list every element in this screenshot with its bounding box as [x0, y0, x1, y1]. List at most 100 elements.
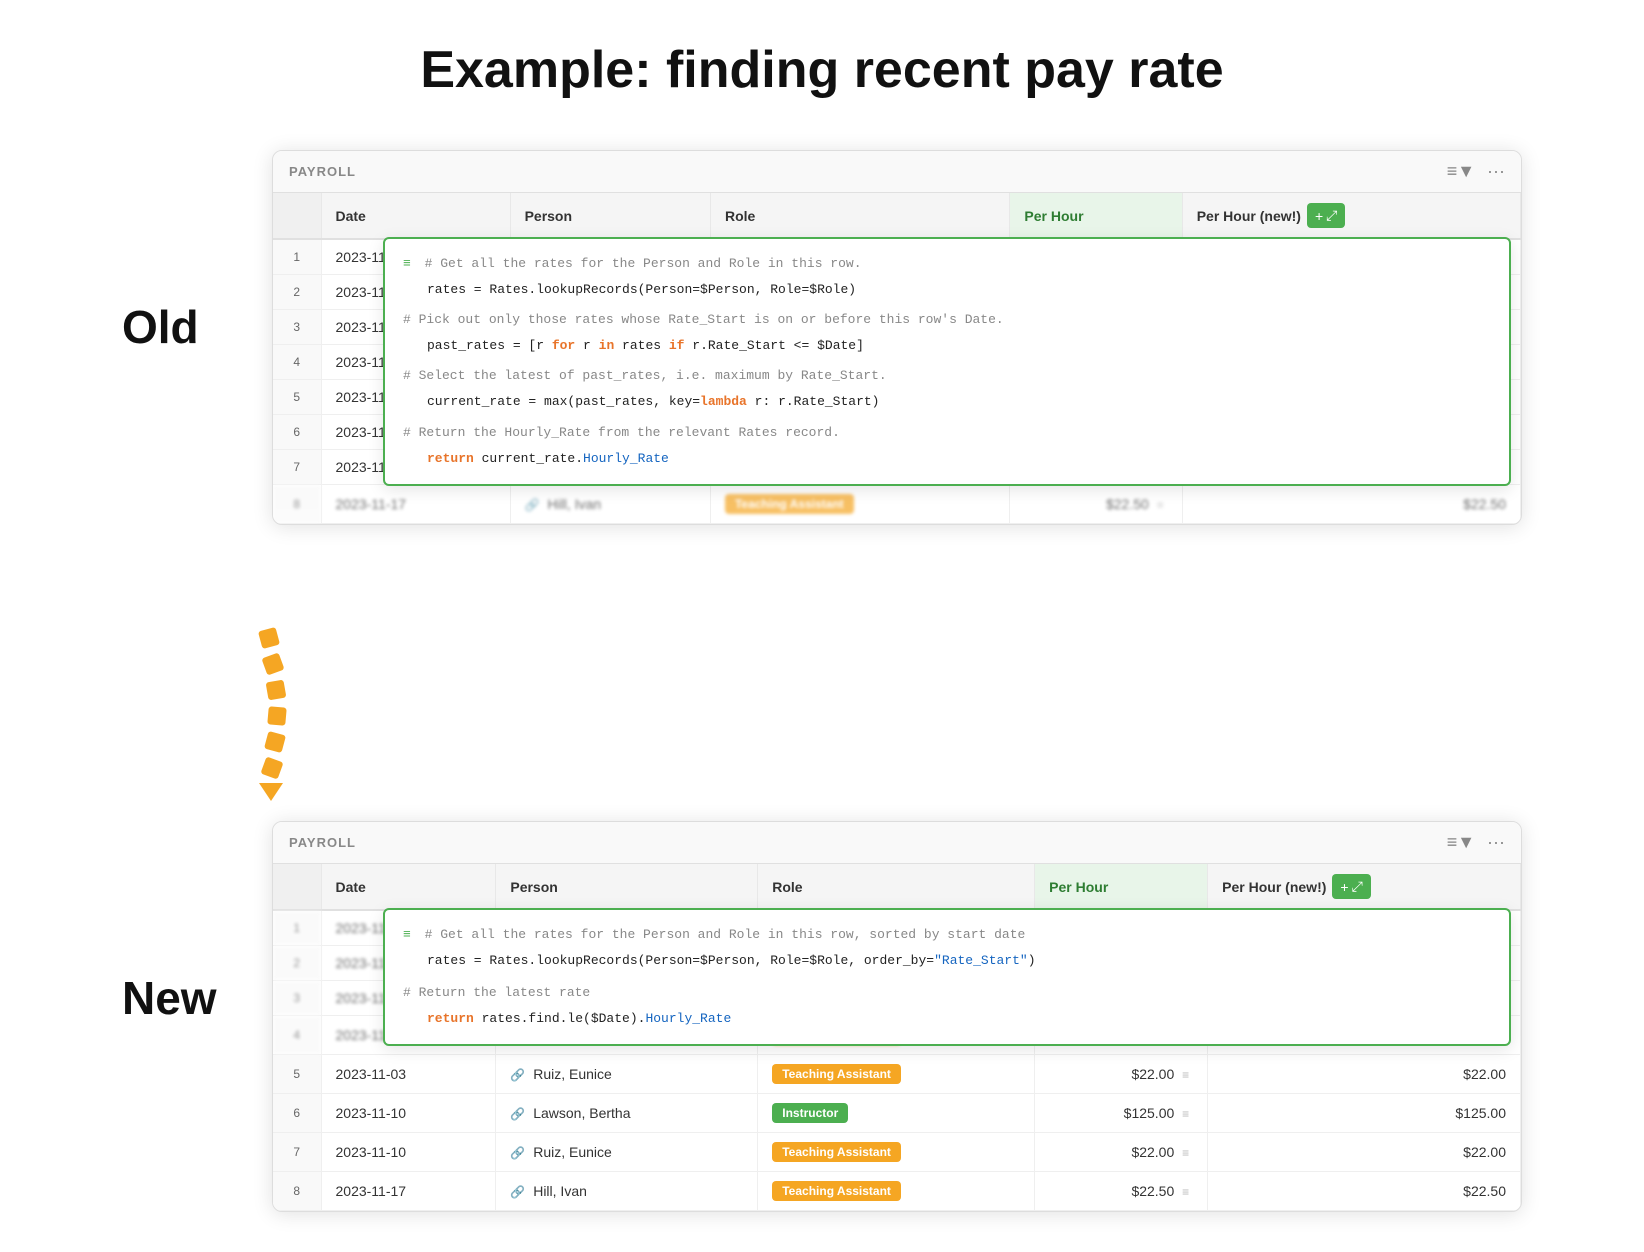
table-row: 8 2023-11-17 🔗 Hill, Ivan Teaching Assis…	[273, 1172, 1521, 1211]
row-person: 🔗 Hill, Ivan	[496, 1172, 758, 1211]
old-label-col: Old	[122, 150, 242, 354]
more-icon[interactable]: ···	[1487, 161, 1505, 182]
row-num: 5	[273, 1055, 321, 1094]
old-header-bar: PAYROLL ≡▼ ···	[273, 151, 1521, 193]
new-label: New	[122, 972, 217, 1024]
new-spreadsheet-controls: ≡▼ ···	[1447, 832, 1505, 853]
add-icon: +	[1340, 879, 1348, 895]
formula-icon: ≡	[403, 256, 411, 271]
col-date: Date	[321, 864, 496, 910]
row-person: 🔗 Ruiz, Eunice	[496, 1133, 758, 1172]
role-badge-ta: Teaching Assistant	[772, 1181, 901, 1201]
table-row: 8 2023-11-17 🔗 Hill, Ivan Teaching Assis…	[273, 485, 1521, 524]
code-line-2: # Pick out only those rates whose Rate_S…	[403, 312, 1004, 327]
row-date: 2023-11-10	[321, 1094, 496, 1133]
row-role: Teaching Assistant	[758, 1172, 1035, 1211]
row-date: 2023-11-17	[321, 1172, 496, 1211]
row-num: 8	[273, 1172, 321, 1211]
row-num: 2	[273, 275, 321, 310]
new-label-col: New	[122, 821, 242, 1025]
table-row: 5 2023-11-03 🔗 Ruiz, Eunice Teaching Ass…	[273, 1055, 1521, 1094]
row-date: 2023-11-10	[321, 1133, 496, 1172]
old-spreadsheet-controls: ≡▼ ···	[1447, 161, 1505, 182]
add-col-button[interactable]: + ⤢	[1307, 203, 1345, 228]
row-num: 8	[273, 485, 321, 524]
row-num: 5	[273, 380, 321, 415]
row-num: 4	[273, 1016, 321, 1055]
old-spreadsheet: PAYROLL ≡▼ ··· Date Person Role Per Hour	[272, 150, 1522, 525]
row-new-per-hour: $22.00	[1208, 1055, 1521, 1094]
page-title: Example: finding recent pay rate	[420, 40, 1223, 100]
col-role: Role	[758, 864, 1035, 910]
more-icon[interactable]: ···	[1487, 832, 1505, 853]
row-per-hour: $22.50 ≡	[1010, 485, 1182, 524]
filter-icon[interactable]: ≡▼	[1447, 832, 1475, 853]
new-code-popup: ≡ # Get all the rates for the Person and…	[383, 908, 1511, 1046]
table-row: 6 2023-11-10 🔗 Lawson, Bertha Instructor…	[273, 1094, 1521, 1133]
new-spreadsheet: PAYROLL ≡▼ ··· Date Person Role Per Hour	[272, 821, 1522, 1212]
old-spreadsheet-title: PAYROLL	[289, 164, 356, 179]
old-table-container: Date Person Role Per Hour Per Hour (new!…	[273, 193, 1521, 524]
examples-container: Old PAYROLL ≡▼ ··· Date Person Ro	[122, 150, 1522, 1212]
table-row: 7 2023-11-10 🔗 Ruiz, Eunice Teaching Ass…	[273, 1133, 1521, 1172]
row-num: 6	[273, 1094, 321, 1133]
row-date: 2023-11-17	[321, 485, 510, 524]
col-role: Role	[710, 193, 1009, 239]
row-num: 6	[273, 415, 321, 450]
row-per-hour: $125.00 ≡	[1035, 1094, 1208, 1133]
col-num	[273, 193, 321, 239]
code-line-3: # Select the latest of past_rates, i.e. …	[403, 368, 887, 383]
row-person: 🔗 Hill, Ivan	[510, 485, 710, 524]
row-role: Teaching Assistant	[758, 1055, 1035, 1094]
row-num: 1	[273, 910, 321, 946]
row-person: 🔗 Ruiz, Eunice	[496, 1055, 758, 1094]
row-new-per-hour: $22.50	[1208, 1172, 1521, 1211]
col-per-hour: Per Hour	[1035, 864, 1208, 910]
row-num: 7	[273, 450, 321, 485]
row-per-hour: $22.00 ≡	[1035, 1055, 1208, 1094]
col-date: Date	[321, 193, 510, 239]
row-role: Teaching Assistant	[758, 1133, 1035, 1172]
col-num	[273, 864, 321, 910]
new-spreadsheet-title: PAYROLL	[289, 835, 356, 850]
col-per-hour-new: Per Hour (new!) + ⤢	[1208, 864, 1520, 909]
row-num: 1	[273, 239, 321, 275]
new-table-container: Date Person Role Per Hour Per Hour (new!…	[273, 864, 1521, 1211]
row-num: 4	[273, 345, 321, 380]
col-per-hour: Per Hour	[1010, 193, 1182, 239]
row-per-hour: $22.00 ≡	[1035, 1133, 1208, 1172]
row-num: 3	[273, 981, 321, 1016]
row-num: 7	[273, 1133, 321, 1172]
col-person: Person	[510, 193, 710, 239]
old-code-popup: ≡ # Get all the rates for the Person and…	[383, 237, 1511, 486]
expand-icon: ⤢	[1352, 878, 1363, 895]
row-role: Instructor	[758, 1094, 1035, 1133]
role-badge-instructor: Instructor	[772, 1103, 848, 1123]
row-person: 🔗 Lawson, Bertha	[496, 1094, 758, 1133]
row-new-per-hour: $22.00	[1208, 1133, 1521, 1172]
row-per-hour: $22.50 ≡	[1035, 1172, 1208, 1211]
new-example-row: New PAYROLL ≡▼ ··· Date Person Ro	[122, 821, 1522, 1212]
col-per-hour-new: Per Hour (new!) + ⤢	[1183, 193, 1521, 238]
row-num: 2	[273, 946, 321, 981]
role-badge-ta: Teaching Assistant	[725, 494, 854, 514]
row-date: 2023-11-03	[321, 1055, 496, 1094]
col-person: Person	[496, 864, 758, 910]
expand-icon: ⤢	[1326, 207, 1337, 224]
formula-icon: ≡	[403, 927, 411, 942]
role-badge-ta: Teaching Assistant	[772, 1142, 901, 1162]
row-new-per-hour: $125.00	[1208, 1094, 1521, 1133]
dashed-arrow	[252, 625, 286, 801]
row-new-per-hour: $22.50	[1182, 485, 1520, 524]
new-code-line-2: # Return the latest rate	[403, 985, 590, 1000]
new-code-line-1: # Get all the rates for the Person and R…	[425, 927, 1026, 942]
code-line-1: # Get all the rates for the Person and R…	[425, 256, 862, 271]
old-example-row: Old PAYROLL ≡▼ ··· Date Person Ro	[122, 150, 1522, 525]
old-label: Old	[122, 301, 199, 353]
row-role: Teaching Assistant	[710, 485, 1009, 524]
add-col-button[interactable]: + ⤢	[1332, 874, 1370, 899]
filter-icon[interactable]: ≡▼	[1447, 161, 1475, 182]
new-header-bar: PAYROLL ≡▼ ···	[273, 822, 1521, 864]
add-icon: +	[1315, 208, 1323, 224]
row-num: 3	[273, 310, 321, 345]
